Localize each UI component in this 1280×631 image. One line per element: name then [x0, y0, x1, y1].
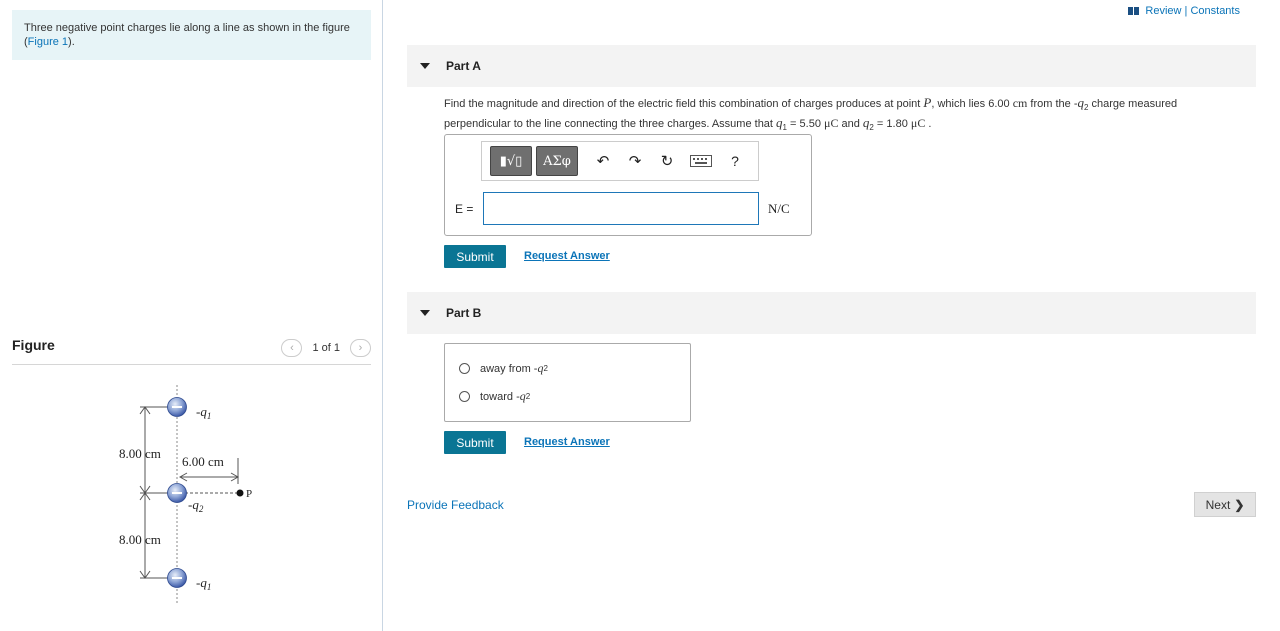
- part-b-header[interactable]: Part B: [407, 292, 1256, 334]
- intro-text-end: ).: [68, 36, 75, 48]
- review-constants-link[interactable]: Review | Constants: [1128, 5, 1240, 17]
- collapse-arrow-icon: [420, 310, 430, 316]
- right-pane: Review | Constants Part A Find the magni…: [407, 0, 1256, 631]
- left-pane: Three negative point charges lie along a…: [0, 0, 383, 631]
- book-icon: [1128, 7, 1140, 15]
- next-figure-button[interactable]: ›: [350, 339, 371, 357]
- help-button[interactable]: ?: [724, 151, 746, 171]
- pager-count: 1 of 1: [312, 342, 340, 354]
- charge-q2: [167, 483, 187, 503]
- charge-q1-bottom: [167, 568, 187, 588]
- templates-button[interactable]: ▮√▯: [490, 146, 532, 176]
- unit-label: N/C: [768, 201, 790, 216]
- part-a-label: Part A: [446, 59, 481, 73]
- part-a-answer-box: ▮√▯ ΑΣφ ↶ ↷ ↻ ? E = N/C: [444, 134, 812, 236]
- intro-box: Three negative point charges lie along a…: [12, 10, 371, 60]
- option-toward[interactable]: toward -q2: [459, 389, 530, 404]
- part-a-header[interactable]: Part A: [407, 45, 1256, 87]
- next-button[interactable]: Next ❯: [1194, 492, 1256, 517]
- figure-header: Figure ‹ 1 of 1 ›: [12, 337, 371, 365]
- svg-text:-q1: -q1: [196, 575, 211, 592]
- next-label: Next: [1205, 497, 1231, 512]
- figure-link[interactable]: Figure 1: [28, 36, 68, 48]
- radio-away[interactable]: [459, 363, 470, 374]
- collapse-arrow-icon: [420, 63, 430, 69]
- provide-feedback-link[interactable]: Provide Feedback: [407, 498, 504, 512]
- redo-icon[interactable]: ↷: [624, 151, 646, 171]
- review-text: Review | Constants: [1145, 5, 1240, 17]
- option-away[interactable]: away from -q2: [459, 361, 548, 376]
- charge-figure: 8.00 cm 8.00 cm 6.00 cm -q1 -q2 -q1 P: [119, 385, 252, 605]
- part-b-submit-button[interactable]: Submit: [444, 431, 506, 454]
- math-toolbar: ▮√▯ ΑΣφ ↶ ↷ ↻ ?: [481, 141, 759, 181]
- part-b-label: Part B: [446, 306, 482, 320]
- e-label: E =: [455, 202, 474, 216]
- figure-pager: ‹ 1 of 1 ›: [281, 339, 371, 357]
- part-b-request-answer-link[interactable]: Request Answer: [524, 436, 610, 448]
- svg-text:P: P: [246, 488, 252, 500]
- svg-text:-q2: -q2: [188, 497, 204, 514]
- charge-q1-top: [167, 397, 187, 417]
- part-a-request-answer-link[interactable]: Request Answer: [524, 250, 610, 262]
- part-a-submit-button[interactable]: Submit: [444, 245, 506, 268]
- prev-figure-button[interactable]: ‹: [281, 339, 303, 357]
- reset-icon[interactable]: ↻: [656, 151, 678, 171]
- greek-symbols-button[interactable]: ΑΣφ: [536, 146, 578, 176]
- part-a-question: Find the magnitude and direction of the …: [444, 95, 1178, 133]
- svg-text:-q1: -q1: [196, 404, 211, 421]
- undo-icon[interactable]: ↶: [592, 151, 614, 171]
- figure-title: Figure: [12, 337, 55, 353]
- chevron-right-icon: ❯: [1234, 497, 1245, 512]
- part-b-options: away from -q2 toward -q2: [444, 343, 691, 422]
- e-answer-input[interactable]: [483, 192, 759, 225]
- keyboard-icon[interactable]: [688, 151, 714, 171]
- radio-toward[interactable]: [459, 391, 470, 402]
